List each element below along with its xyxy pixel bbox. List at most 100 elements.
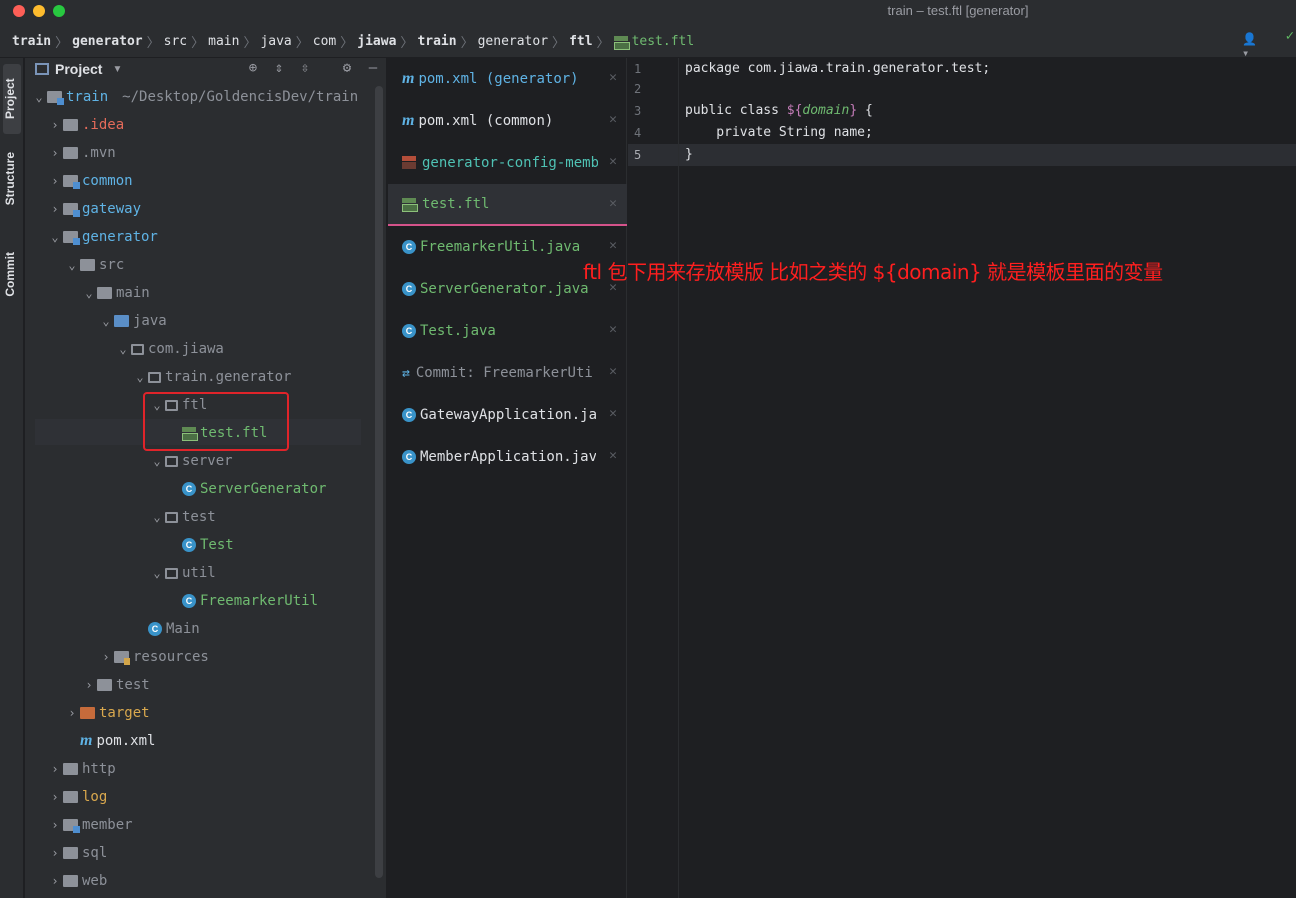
tree-node-idea[interactable]: › .idea [47,112,124,138]
java-app-icon: C [402,408,416,422]
tree-node-gateway[interactable]: › gateway [47,196,141,222]
code-line-4[interactable]: private String name; [685,122,873,144]
chevron-down-icon[interactable]: ⌄ [149,566,165,580]
tree-node-com-jiawa[interactable]: ⌄ com.jiawa [115,336,223,362]
breadcrumb-item[interactable]: com 〉 [313,32,358,51]
chevron-right-icon[interactable]: › [47,762,63,776]
chevron-right-icon[interactable]: › [47,846,63,860]
chevron-right-icon[interactable]: › [47,874,63,888]
close-icon[interactable]: ✕ [609,70,617,85]
minimize-panel-icon[interactable]: — [365,60,381,76]
tree-node-server[interactable]: ⌄ server [149,448,232,474]
locate-file-icon[interactable]: ⊕ [245,60,261,76]
breadcrumb-item[interactable]: ftl 〉 [569,32,614,51]
excluded-folder-icon [80,707,95,719]
tab-gateway-application[interactable]: C GatewayApplication.ja ✕ [388,394,627,436]
tree-node-test-dir[interactable]: › test [81,672,149,698]
chevron-right-icon[interactable]: › [47,202,63,216]
chevron-down-icon[interactable]: ⌄ [98,314,114,328]
chevron-down-icon[interactable]: ⌄ [31,90,47,104]
collapse-all-icon[interactable]: ⇳ [297,60,313,76]
tab-test-java[interactable]: C Test.java ✕ [388,310,627,352]
chevron-down-icon[interactable]: ⌄ [64,258,80,272]
ftl-file-icon [402,198,418,212]
code-line-1[interactable]: package com.jiawa.train.generator.test; [685,58,990,80]
chevron-down-icon[interactable]: ⌄ [47,230,63,244]
tab-pom-common[interactable]: m pom.xml (common) ✕ [388,100,627,142]
breadcrumb-current-file[interactable]: test.ftl [613,34,694,50]
chevron-right-icon[interactable]: › [47,146,63,160]
chevron-down-icon[interactable]: ⌄ [149,454,165,468]
tree-node-sql[interactable]: › sql [47,840,107,866]
tab-commit[interactable]: ⇄ Commit: FreemarkerUti ✕ [388,352,627,394]
tab-pom-generator[interactable]: m pom.xml (generator) ✕ [388,58,627,100]
close-icon[interactable]: ✕ [609,196,617,211]
tree-node-generator[interactable]: ⌄ generator [47,224,158,250]
tree-node-server-generator[interactable]: C ServerGenerator [166,476,326,502]
tab-member-application[interactable]: C MemberApplication.jav ✕ [388,436,627,478]
breadcrumb-item[interactable]: generator 〉 [478,32,569,51]
tree-node-freemarker-util[interactable]: C FreemarkerUtil [166,588,318,614]
tree-node-web[interactable]: › web [47,868,107,894]
close-icon[interactable]: ✕ [609,154,617,169]
user-account-icon[interactable]: 👤▾ [1242,32,1262,60]
vertical-scrollbar[interactable] [375,86,383,878]
tree-node-java[interactable]: ⌄ java [98,308,166,334]
close-icon[interactable]: ✕ [609,112,617,127]
chevron-right-icon[interactable]: › [47,118,63,132]
chevron-right-icon[interactable]: › [64,706,80,720]
project-tool-tab[interactable]: Project [3,64,21,134]
close-icon[interactable]: ✕ [609,322,617,337]
tree-node-util[interactable]: ⌄ util [149,560,215,586]
tree-node-mvn[interactable]: › .mvn [47,140,115,166]
breadcrumb-item[interactable]: main 〉 [208,32,260,51]
tree-node-main[interactable]: ⌄ main [81,280,149,306]
gear-icon[interactable]: ⚙ [339,60,355,76]
commit-tool-tab[interactable]: Commit [3,252,17,297]
chevron-right-icon[interactable]: › [81,678,97,692]
chevron-right-icon[interactable]: › [47,790,63,804]
breadcrumb-item[interactable]: generator 〉 [72,32,163,51]
structure-tool-tab[interactable]: Structure [3,152,17,205]
chevron-right-icon[interactable]: › [47,174,63,188]
code-line-3[interactable]: public class ${domain} { [685,100,873,122]
chevron-down-icon[interactable]: ⌄ [132,370,148,384]
close-icon[interactable]: ✕ [609,448,617,463]
chevron-down-icon[interactable]: ⌄ [81,286,97,300]
tree-node-pom[interactable]: m pom.xml [64,728,155,754]
code-line-5[interactable]: } [685,144,693,166]
tree-node-http[interactable]: › http [47,756,115,782]
tree-node-member[interactable]: › member [47,812,133,838]
module-folder-icon [47,91,64,105]
breadcrumb-item[interactable]: train 〉 [417,32,477,51]
tree-node-log[interactable]: › log [47,784,107,810]
tree-node-main-class[interactable]: C Main [132,616,200,642]
tree-node-resources[interactable]: › resources [98,644,209,670]
breadcrumb-item[interactable]: java 〉 [260,32,312,51]
tab-generator-config[interactable]: generator-config-memb ✕ [388,142,627,184]
chevron-right-icon[interactable]: › [47,818,63,832]
tree-node-root[interactable]: ⌄ train ~/Desktop/GoldencisDev/train [31,84,358,110]
tab-test-ftl[interactable]: test.ftl ✕ [388,184,627,226]
chevron-right-icon[interactable]: › [98,650,114,664]
close-icon[interactable]: ✕ [609,238,617,253]
tree-node-train-generator[interactable]: ⌄ train.generator [132,364,291,390]
close-icon[interactable]: ✕ [609,364,617,379]
close-icon[interactable]: ✕ [609,406,617,421]
tree-node-target[interactable]: › target [64,700,149,726]
chevron-down-icon[interactable]: ⌄ [149,510,165,524]
tree-node-src[interactable]: ⌄ src [64,252,124,278]
module-folder-icon [63,819,80,833]
code-editor[interactable]: 1 2 3 4 5 package com.jiawa.train.genera… [628,58,1296,898]
breadcrumb-item[interactable]: train 〉 [12,32,72,51]
breadcrumb-item[interactable]: jiawa 〉 [357,32,417,51]
annotation-text: ftl 包下用来存放模版 比如之类的 ${domain} 就是模板里面的变量 [583,260,1163,284]
breadcrumb-item[interactable]: src 〉 [164,32,209,51]
chevron-down-icon[interactable]: ⌄ [115,342,131,356]
tree-node-test-package[interactable]: ⌄ test [149,504,215,530]
tree-node-common[interactable]: › common [47,168,133,194]
tree-node-test-class[interactable]: C Test [166,532,234,558]
expand-all-icon[interactable]: ⇕ [271,60,287,76]
folder-icon [63,147,78,159]
project-view-selector[interactable]: Project ▼ [35,61,122,77]
